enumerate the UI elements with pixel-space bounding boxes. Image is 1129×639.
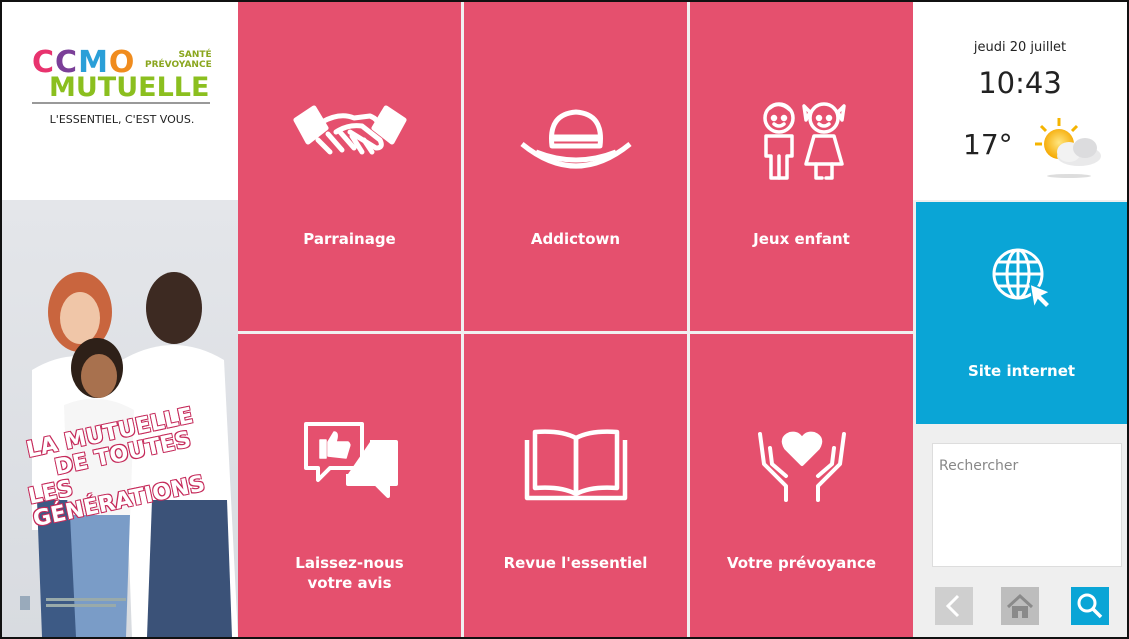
logo-divider bbox=[32, 102, 210, 104]
tile-revue-lessentiel[interactable]: Revue l'essentiel bbox=[464, 334, 687, 637]
tile-label: Laissez-nous votre avis bbox=[238, 554, 461, 593]
globe-cursor-icon bbox=[916, 246, 1127, 314]
logo-panel: CCMO SANTÉ PRÉVOYANCE MUTUELLE L'ESSENTI… bbox=[2, 2, 238, 200]
tile-parrainage[interactable]: Parrainage bbox=[238, 2, 461, 331]
tiles-grid: Parrainage Addictown Jeux enfant Laissez… bbox=[238, 2, 913, 637]
tile-label: Addictown bbox=[530, 230, 621, 248]
kiosk-frame: CCMO SANTÉ PRÉVOYANCE MUTUELLE L'ESSENTI… bbox=[0, 0, 1129, 639]
temperature: 17° bbox=[963, 128, 1013, 161]
home-icon bbox=[1006, 593, 1034, 618]
current-time: 10:43 bbox=[978, 66, 1062, 100]
book-icon bbox=[464, 426, 687, 506]
brand-tagline: L'ESSENTIEL, C'EST VOUS. bbox=[49, 113, 195, 126]
current-date: jeudi 20 juillet bbox=[973, 40, 1067, 55]
chevron-left-icon bbox=[945, 594, 960, 618]
tile-jeux-enfant[interactable]: Jeux enfant bbox=[690, 2, 913, 331]
weather-widget: jeudi 20 juillet 10:43 17° bbox=[913, 2, 1127, 200]
tile-label: Jeux enfant bbox=[753, 230, 850, 248]
feedback-icon bbox=[238, 418, 461, 512]
tile-addictown[interactable]: Addictown bbox=[464, 2, 687, 331]
tile-label: Votre prévoyance bbox=[726, 554, 877, 572]
left-column: CCMO SANTÉ PRÉVOYANCE MUTUELLE L'ESSENTI… bbox=[2, 2, 238, 637]
site-internet-button[interactable]: Site internet bbox=[916, 202, 1127, 424]
heart-hands-icon bbox=[690, 424, 913, 508]
tile-label: Parrainage bbox=[303, 230, 396, 248]
site-internet-label: Site internet bbox=[967, 362, 1076, 380]
tile-votre-prevoyance[interactable]: Votre prévoyance bbox=[690, 334, 913, 637]
back-button[interactable] bbox=[935, 587, 973, 625]
search-input[interactable]: Rechercher bbox=[932, 443, 1122, 567]
tile-label-line: Laissez-nous votre avis bbox=[295, 554, 404, 592]
sun-cloud-icon bbox=[1029, 114, 1105, 184]
tile-label: Revue l'essentiel bbox=[503, 554, 648, 572]
tile-laissez-nous-votre-avis[interactable]: Laissez-nous votre avis bbox=[238, 334, 461, 637]
logo-mutuelle: MUTUELLE bbox=[49, 72, 210, 103]
logo-prevoyance: PRÉVOYANCE bbox=[145, 59, 212, 70]
handshake-icon bbox=[238, 102, 461, 176]
children-icon bbox=[690, 98, 913, 186]
hat-icon bbox=[464, 108, 687, 182]
right-column: jeudi 20 juillet 10:43 17° Site internet… bbox=[913, 2, 1127, 637]
home-button[interactable] bbox=[1001, 587, 1039, 625]
search-button[interactable] bbox=[1071, 587, 1109, 625]
logo-sante-prevoyance: SANTÉ PRÉVOYANCE bbox=[145, 50, 212, 71]
search-icon bbox=[1077, 593, 1103, 619]
promo-poster: LA MUTUELLE DE TOUTES LES GÉNÉRATIONS bbox=[2, 200, 238, 637]
